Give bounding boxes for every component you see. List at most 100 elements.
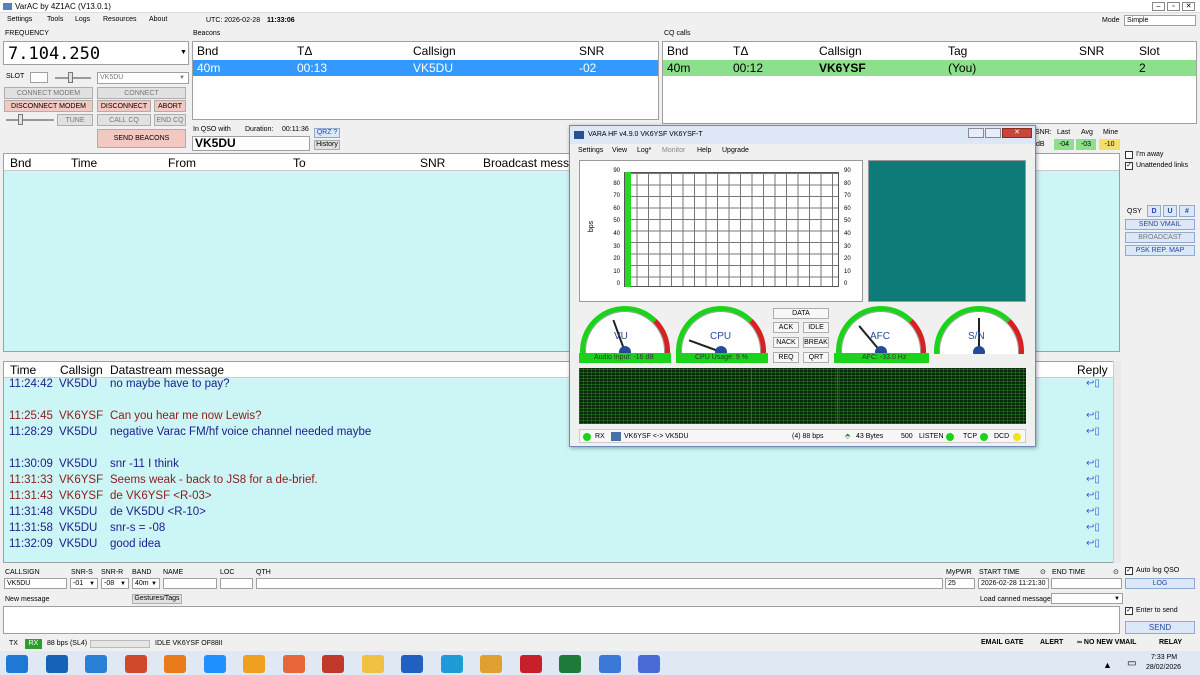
reply-icon[interactable]: ↩▯	[1086, 458, 1100, 469]
vara-menu-monitor[interactable]: Monitor	[662, 147, 685, 154]
log-callsign-field[interactable]: VK5DU	[4, 578, 67, 589]
vara-qrt-button[interactable]: QRT	[803, 352, 829, 363]
skype-icon[interactable]	[440, 655, 463, 673]
canned-select[interactable]: ▼	[1051, 593, 1123, 604]
edge-icon[interactable]	[203, 655, 226, 673]
send-beacons-button[interactable]: SEND BEACONS	[97, 129, 186, 148]
chat-scrollbar[interactable]	[1113, 361, 1121, 563]
qsy-hash-button[interactable]: #	[1179, 205, 1195, 217]
table-row[interactable]: 40m 00:13 VK5DU -02	[193, 60, 658, 76]
vara-req-button[interactable]: REQ	[773, 352, 799, 363]
card-icon[interactable]	[598, 655, 621, 673]
presentation-icon[interactable]	[282, 655, 305, 673]
edge-icon[interactable]	[85, 655, 107, 673]
email-gate-label[interactable]: EMAIL GATE	[981, 639, 1024, 646]
access-icon[interactable]	[519, 655, 542, 673]
maximize-icon[interactable]	[985, 128, 1001, 138]
chat-icon[interactable]	[638, 655, 660, 673]
log-button[interactable]: LOG	[1125, 578, 1195, 589]
reply-icon[interactable]: ↩▯	[1086, 506, 1100, 517]
broadcast-button[interactable]: BROADCAST	[1125, 232, 1195, 243]
start-icon[interactable]	[6, 655, 28, 673]
reply-icon[interactable]: ↩▯	[1086, 426, 1100, 437]
tray-chevron-icon[interactable]: ▲	[1103, 660, 1112, 670]
vara-menu-view[interactable]: View	[612, 147, 627, 154]
relay-label[interactable]: RELAY	[1159, 639, 1182, 646]
app-icon[interactable]	[243, 655, 265, 673]
reply-icon[interactable]: ↩▯	[1086, 490, 1100, 501]
connect-modem-button[interactable]: CONNECT MODEM	[4, 87, 93, 99]
chrome-icon[interactable]	[480, 655, 502, 673]
outlook-icon[interactable]	[45, 655, 68, 673]
minimize-icon[interactable]: –	[1152, 2, 1165, 11]
end-cq-button[interactable]: END CQ	[154, 114, 186, 126]
slot-slider-thumb[interactable]	[68, 72, 73, 83]
connect-button[interactable]: CONNECT	[97, 87, 186, 99]
tune-slider[interactable]	[6, 119, 54, 121]
media-icon[interactable]	[124, 655, 147, 673]
mypwr-field[interactable]: 25	[945, 578, 975, 589]
vara-data-button[interactable]: DATA	[773, 308, 829, 319]
filezilla-icon[interactable]	[322, 655, 344, 673]
slot-input[interactable]	[30, 72, 48, 83]
gestures-button[interactable]: Gestures/Tags	[132, 594, 182, 604]
call-cq-button[interactable]: CALL CQ	[97, 114, 151, 126]
minimize-icon[interactable]	[968, 128, 984, 138]
disconnect-button[interactable]: DISCONNECT	[97, 100, 151, 112]
enter-to-send-checkbox[interactable]: ✓	[1125, 607, 1133, 615]
vara-menu-help[interactable]: Help	[697, 147, 711, 154]
explorer-icon[interactable]	[361, 655, 384, 673]
log-loc-field[interactable]	[220, 578, 253, 589]
firefox-icon[interactable]	[164, 655, 186, 673]
away-checkbox[interactable]	[1125, 151, 1133, 159]
vara-ack-button[interactable]: ACK	[773, 322, 799, 333]
start-time-field[interactable]: 2026-02-28 11:21:30	[978, 578, 1049, 589]
table-row[interactable]: 40m 00:12 VK6YSF (You) 2	[663, 60, 1196, 76]
no-vmail-label[interactable]: ∞ NO NEW VMAIL	[1077, 639, 1136, 646]
log-name-field[interactable]	[163, 578, 217, 589]
log-band-field[interactable]: 40m ▼	[132, 578, 160, 589]
maximize-icon[interactable]: ▫	[1167, 2, 1180, 11]
send-button[interactable]: SEND	[1125, 621, 1195, 634]
log-snr-r-field[interactable]: -08 ▼	[101, 578, 129, 589]
mode-select[interactable]: Simple	[1124, 15, 1196, 26]
vara-menu-settings[interactable]: Settings	[578, 147, 603, 154]
reply-icon[interactable]: ↩▯	[1086, 410, 1100, 421]
menu-resources[interactable]: Resources	[103, 16, 136, 23]
reply-icon[interactable]: ↩▯	[1086, 538, 1100, 549]
menu-settings[interactable]: Settings	[7, 16, 32, 23]
auto-log-checkbox[interactable]: ✓	[1125, 567, 1133, 575]
abort-button[interactable]: ABORT	[154, 100, 186, 112]
menu-tools[interactable]: Tools	[47, 16, 63, 23]
unattended-checkbox[interactable]: ✓	[1125, 162, 1133, 170]
slot-slider[interactable]	[55, 77, 91, 79]
menu-about[interactable]: About	[149, 16, 167, 23]
qsy-u-button[interactable]: U	[1163, 205, 1177, 217]
log-qth-field[interactable]	[256, 578, 943, 589]
menu-logs[interactable]: Logs	[75, 16, 90, 23]
history-button[interactable]: History	[314, 140, 340, 150]
reply-icon[interactable]: ↩▯	[1086, 522, 1100, 533]
tray-network-icon[interactable]: ▭	[1127, 658, 1136, 669]
close-icon[interactable]: ✕	[1182, 2, 1195, 11]
vara-break-button[interactable]: BREAK	[803, 337, 829, 348]
frequency-field[interactable]: 7.104.250 ▼	[3, 41, 189, 65]
disconnect-modem-button[interactable]: DISCONNECT MODEM	[4, 100, 93, 112]
message-input[interactable]	[3, 606, 1120, 634]
clock-icon[interactable]: ⊙	[1113, 568, 1119, 576]
log-snr-s-field[interactable]: -01 ▼	[70, 578, 98, 589]
vara-nack-button[interactable]: NACK	[773, 337, 799, 348]
end-time-field[interactable]	[1051, 578, 1122, 589]
excel-icon[interactable]	[559, 655, 581, 673]
slot-call-select[interactable]: VK5DU ▼	[97, 72, 189, 84]
reply-icon[interactable]: ↩▯	[1086, 474, 1100, 485]
tune-slider-thumb[interactable]	[18, 114, 23, 125]
qso-callsign-field[interactable]: VK5DU	[192, 136, 310, 151]
qrz-button[interactable]: QRZ ?	[314, 128, 340, 138]
vara-menu-upgrade[interactable]: Upgrade	[722, 147, 749, 154]
qsy-d-button[interactable]: D	[1147, 205, 1161, 217]
close-icon[interactable]: ✕	[1002, 128, 1032, 138]
app-icon[interactable]	[401, 655, 423, 673]
psk-map-button[interactable]: PSK REP. MAP	[1125, 245, 1195, 256]
send-vmail-button[interactable]: SEND VMAIL	[1125, 219, 1195, 230]
